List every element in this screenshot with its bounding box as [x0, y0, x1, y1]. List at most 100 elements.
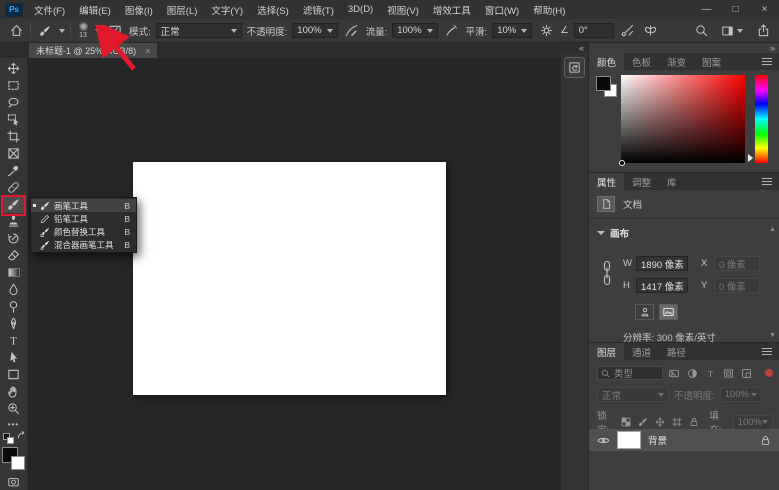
color-picker-marker[interactable]	[619, 160, 625, 166]
flyout-item-color-replacement-tool[interactable]: 颜色替换工具 B	[31, 225, 136, 238]
visibility-eye-icon[interactable]	[597, 435, 610, 446]
tab-layers[interactable]: 图层	[589, 343, 624, 360]
menu-item-layer[interactable]: 图层(L)	[160, 0, 205, 19]
opacity-select[interactable]: 100%	[292, 23, 337, 38]
pen-tool[interactable]	[2, 315, 26, 332]
menu-item-window[interactable]: 窗口(W)	[478, 0, 526, 19]
menu-item-image[interactable]: 图像(I)	[118, 0, 160, 19]
scroll-up-icon[interactable]: ▲	[769, 226, 776, 233]
maximize-button[interactable]: □	[721, 0, 750, 19]
smoothing-options-button[interactable]	[537, 22, 555, 40]
type-tool[interactable]: T	[2, 332, 26, 349]
layer-thumbnail[interactable]	[617, 431, 641, 449]
brush-angle-field[interactable]: 0°	[574, 23, 614, 38]
orientation-portrait-button[interactable]	[635, 304, 654, 320]
spot-healing-tool[interactable]	[2, 179, 26, 196]
blur-tool[interactable]	[2, 281, 26, 298]
hue-slider[interactable]	[755, 75, 768, 163]
flow-select[interactable]: 100%	[392, 23, 437, 38]
menu-item-type[interactable]: 文字(Y)	[204, 0, 250, 19]
menu-item-3d[interactable]: 3D(D)	[341, 0, 380, 19]
tab-patterns[interactable]: 图案	[694, 53, 729, 70]
fill-field[interactable]: 100%	[733, 415, 773, 430]
toggle-brush-settings-button[interactable]	[106, 22, 124, 40]
filter-adjustment-layers-button[interactable]	[685, 366, 699, 380]
swap-colors-icon[interactable]	[16, 430, 27, 441]
lock-artboard-button[interactable]	[671, 415, 683, 429]
lock-all-button[interactable]	[688, 415, 700, 429]
menu-item-filter[interactable]: 滤镜(T)	[296, 0, 341, 19]
canvas-x-field[interactable]: 0 像素	[714, 256, 760, 271]
lock-position-button[interactable]	[654, 415, 666, 429]
pressure-opacity-button[interactable]	[343, 22, 361, 40]
blend-mode-select[interactable]: 正常	[597, 387, 669, 402]
tab-adjustments[interactable]: 调整	[624, 173, 659, 190]
panel-menu-icon[interactable]	[762, 351, 772, 352]
layer-filter-search[interactable]: 类型	[597, 366, 663, 380]
filter-toggle-switch[interactable]	[765, 369, 773, 377]
move-tool[interactable]	[2, 60, 26, 77]
collapse-dock-chevrons[interactable]: »	[770, 43, 775, 53]
marquee-tool[interactable]	[2, 77, 26, 94]
brush-preset-picker[interactable]: 13	[76, 22, 90, 39]
menu-item-plugins[interactable]: 增效工具	[426, 0, 478, 19]
crop-tool[interactable]	[2, 128, 26, 145]
object-selection-tool[interactable]	[2, 111, 26, 128]
filter-smart-objects-button[interactable]	[739, 366, 753, 380]
menu-item-file[interactable]: 文件(F)	[27, 0, 72, 19]
chevron-down-icon[interactable]	[59, 29, 65, 33]
blend-mode-select[interactable]: 正常	[156, 23, 242, 38]
hand-tool[interactable]	[2, 383, 26, 400]
history-brush-tool[interactable]	[2, 230, 26, 247]
tab-close-icon[interactable]: ×	[145, 46, 150, 56]
close-button[interactable]: ×	[750, 0, 779, 19]
menu-item-help[interactable]: 帮助(H)	[526, 0, 572, 19]
expand-dock-chevrons[interactable]: «	[560, 43, 588, 53]
edit-toolbar-button[interactable]: •••	[8, 420, 19, 429]
panel-menu-icon[interactable]	[762, 61, 772, 62]
document-tab[interactable]: 未标题-1 @ 25%(RGB/8) ×	[29, 43, 157, 58]
scroll-down-icon[interactable]: ▼	[769, 332, 776, 339]
pressure-size-button[interactable]	[619, 22, 637, 40]
history-panel-button[interactable]	[564, 57, 585, 78]
layers-opacity-field[interactable]: 100%	[720, 387, 762, 402]
hue-slider-marker[interactable]	[748, 154, 753, 162]
share-button[interactable]	[754, 22, 772, 40]
lock-transparency-button[interactable]	[620, 415, 632, 429]
background-color-swatch[interactable]	[11, 456, 25, 470]
paint-symmetry-button[interactable]	[642, 22, 660, 40]
minimize-button[interactable]: —	[692, 0, 721, 19]
menu-item-view[interactable]: 视图(V)	[380, 0, 426, 19]
workspace-switcher[interactable]	[719, 22, 745, 40]
home-button[interactable]	[7, 22, 25, 40]
smoothing-select[interactable]: 10%	[492, 23, 532, 38]
canvas-width-field[interactable]: 1890 像素	[636, 256, 688, 271]
rectangle-tool[interactable]	[2, 366, 26, 383]
zoom-tool[interactable]	[2, 400, 26, 417]
canvas-y-field[interactable]: 0 像素	[714, 278, 760, 293]
lock-pixels-button[interactable]	[637, 415, 649, 429]
filter-pixel-layers-button[interactable]	[667, 366, 681, 380]
tab-color[interactable]: 颜色	[589, 53, 624, 70]
canvas-height-field[interactable]: 1417 像素	[636, 278, 688, 293]
panel-menu-icon[interactable]	[762, 181, 772, 182]
document-canvas[interactable]	[133, 162, 446, 395]
airbrush-button[interactable]	[443, 22, 461, 40]
brush-picker-chevron-icon[interactable]	[95, 29, 101, 33]
default-swap-colors[interactable]	[3, 433, 19, 445]
flyout-item-mixer-brush-tool[interactable]: 混合器画笔工具 B	[31, 238, 136, 251]
search-button[interactable]	[692, 22, 710, 40]
gradient-tool[interactable]	[2, 264, 26, 281]
frame-tool[interactable]	[2, 145, 26, 162]
menu-item-select[interactable]: 选择(S)	[250, 0, 296, 19]
path-selection-tool[interactable]	[2, 349, 26, 366]
tab-paths[interactable]: 路径	[659, 343, 694, 360]
flyout-item-pencil-tool[interactable]: 铅笔工具 B	[31, 212, 136, 225]
foreground-background-colors[interactable]	[1, 447, 27, 470]
saturation-brightness-field[interactable]	[621, 75, 745, 163]
layer-row-background[interactable]: 背景	[589, 429, 779, 451]
eyedropper-tool[interactable]	[2, 162, 26, 179]
lasso-tool[interactable]	[2, 94, 26, 111]
tool-preset-button[interactable]	[36, 22, 54, 40]
menu-item-edit[interactable]: 编辑(E)	[72, 0, 118, 19]
